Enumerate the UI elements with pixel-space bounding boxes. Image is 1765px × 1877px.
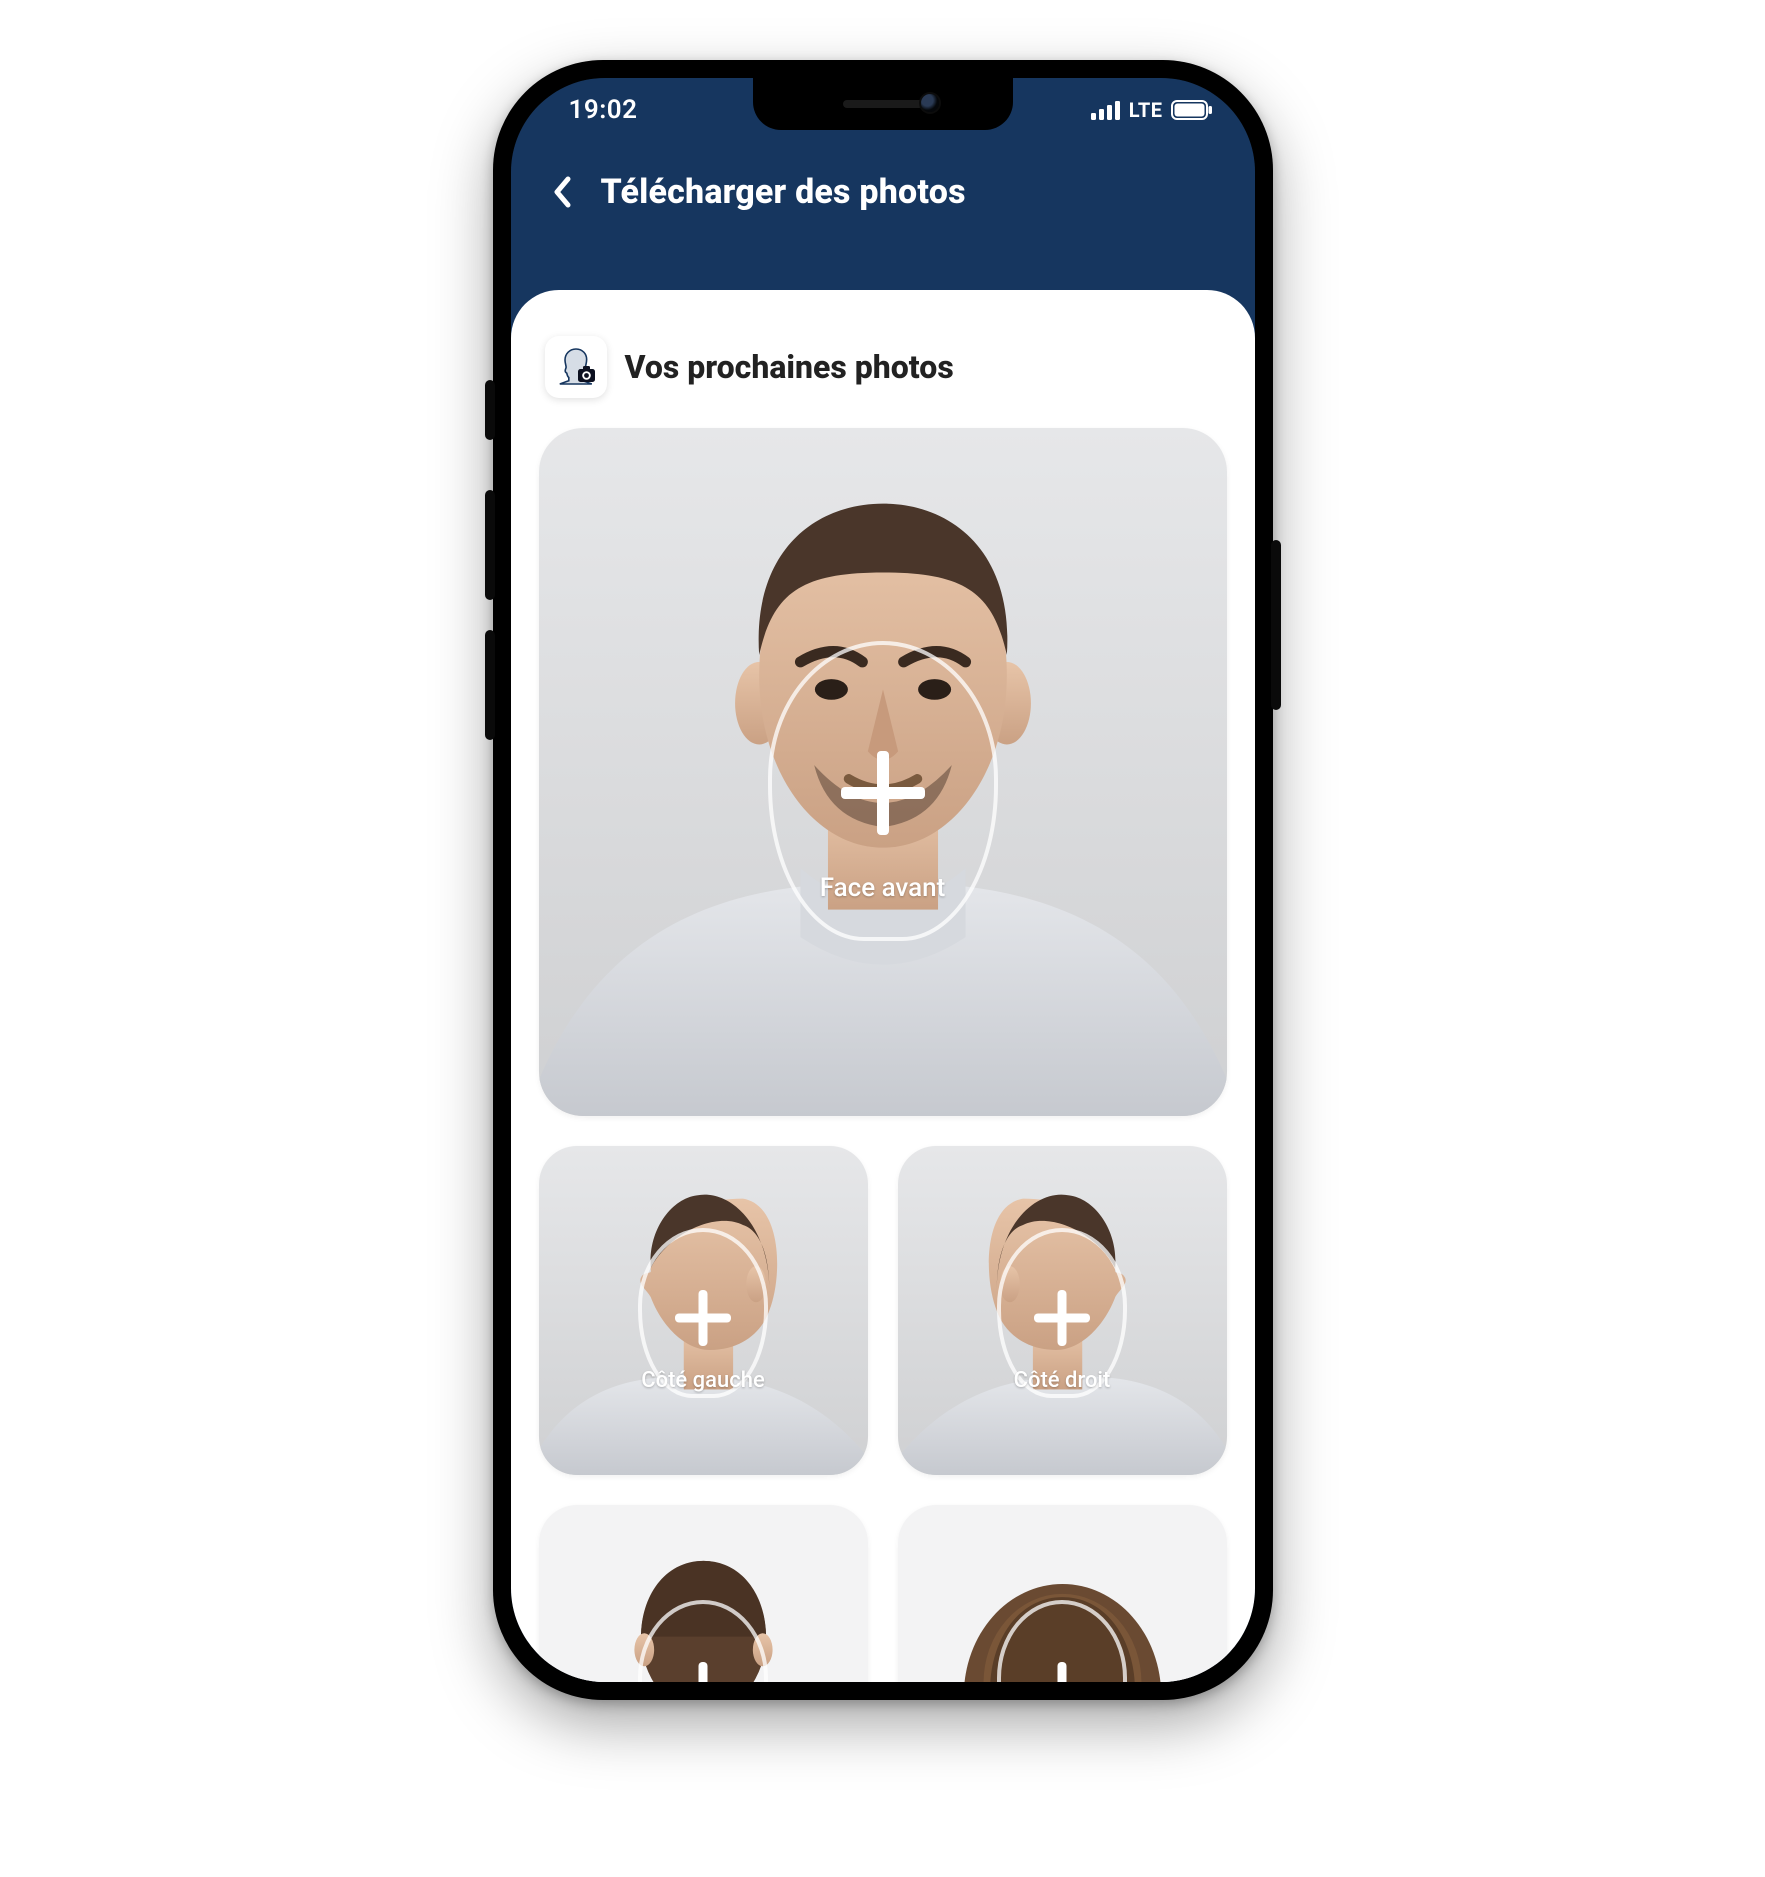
plus-icon [1034, 1290, 1090, 1346]
phone-notch [753, 78, 1013, 130]
upload-row-sides: Côté gauche [539, 1146, 1227, 1475]
upload-overlay [539, 1505, 868, 1682]
upload-slot-left[interactable]: Côté gauche [539, 1146, 868, 1475]
phone-side-button-volume-down [485, 630, 495, 740]
battery-icon [1171, 100, 1213, 120]
phone-side-button-power [1271, 540, 1281, 710]
upload-overlay: Côté gauche [539, 1146, 868, 1475]
section-title: Vos prochaines photos [625, 348, 954, 386]
slot-caption-front: Face avant [820, 873, 946, 903]
upload-slot-back[interactable] [539, 1505, 868, 1682]
content-sheet: Vos prochaines photos [511, 290, 1255, 1682]
upload-overlay: Côté droit [898, 1146, 1227, 1475]
status-time: 19:02 [569, 95, 638, 125]
upload-slot-right[interactable]: Côté droit [898, 1146, 1227, 1475]
slot-caption-right: Côté droit [1014, 1368, 1111, 1393]
phone-screen: 19:02 LTE [511, 78, 1255, 1682]
phone-side-button-volume-up [485, 490, 495, 600]
app-header: Télécharger des photos [511, 142, 1255, 254]
page-title: Télécharger des photos [601, 172, 966, 212]
upload-slot-top[interactable] [898, 1505, 1227, 1682]
plus-icon [1034, 1662, 1090, 1683]
signal-icon [1091, 100, 1121, 120]
chevron-left-icon [553, 176, 573, 208]
back-button[interactable] [539, 168, 587, 216]
status-network-label: LTE [1129, 98, 1163, 122]
upload-overlay [898, 1505, 1227, 1682]
slot-caption-left: Côté gauche [641, 1368, 764, 1393]
selfie-camera-icon [545, 336, 607, 398]
plus-icon [675, 1662, 731, 1683]
upload-slot-front[interactable]: Face avant [539, 428, 1227, 1116]
plus-icon [675, 1290, 731, 1346]
phone-side-button-silence [485, 380, 495, 440]
phone-front-camera [921, 94, 939, 112]
section-header: Vos prochaines photos [545, 336, 1221, 398]
plus-icon [841, 751, 925, 835]
upload-overlay: Face avant [539, 428, 1227, 1116]
upload-row-extra [539, 1505, 1227, 1682]
phone-frame: 19:02 LTE [493, 60, 1273, 1700]
phone-speaker [843, 100, 923, 108]
